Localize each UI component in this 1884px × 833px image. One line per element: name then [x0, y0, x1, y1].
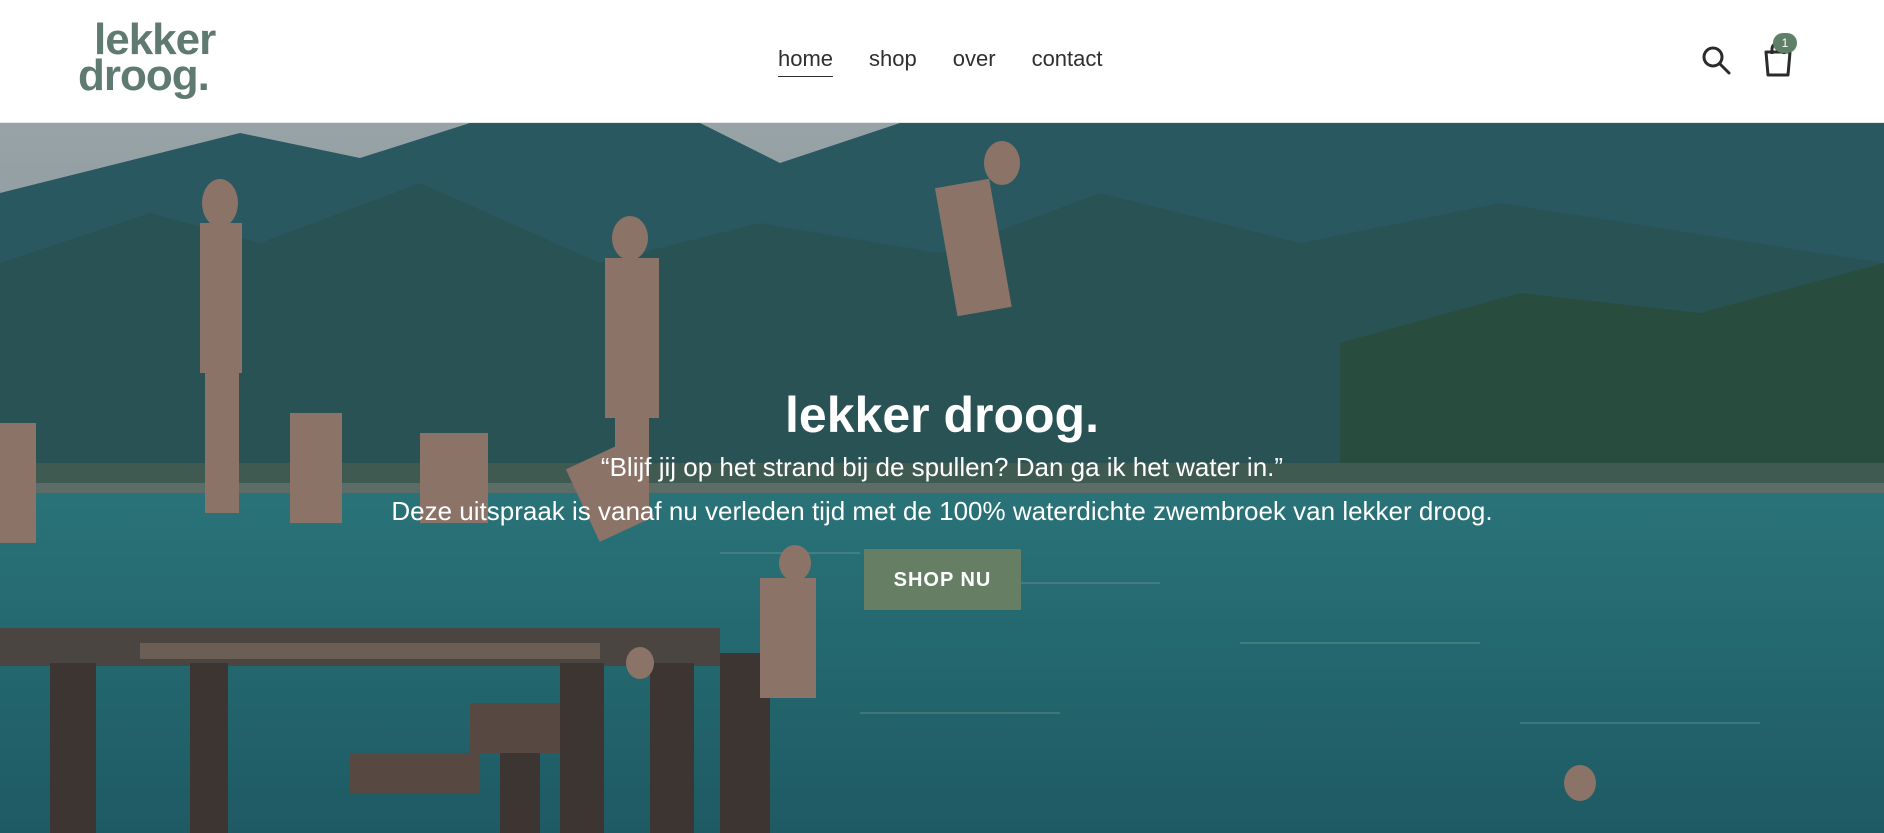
- nav-contact[interactable]: contact: [1032, 44, 1103, 77]
- nav-over[interactable]: over: [953, 44, 996, 77]
- hero-title: lekker droog.: [785, 386, 1099, 443]
- main-navigation: home shop over contact: [778, 44, 1103, 77]
- logo-line-2: droog.: [78, 51, 210, 100]
- hero-subtitle: Deze uitspraak is vanaf nu verleden tijd…: [391, 496, 1493, 526]
- brand-logo[interactable]: lekker droog.: [78, 18, 238, 102]
- site-header: lekker droog. home shop over contact 1: [0, 0, 1884, 123]
- nav-home[interactable]: home: [778, 44, 834, 77]
- hero-banner: lekker droog. “Blijf jij op het strand b…: [0, 123, 1884, 833]
- hero-quote: “Blijf jij op het strand bij de spullen?…: [600, 452, 1284, 482]
- cart-count-badge: 1: [1773, 33, 1797, 53]
- shop-now-button[interactable]: SHOP NU: [864, 549, 1021, 610]
- nav-shop[interactable]: shop: [869, 44, 917, 77]
- search-icon[interactable]: [1700, 44, 1732, 76]
